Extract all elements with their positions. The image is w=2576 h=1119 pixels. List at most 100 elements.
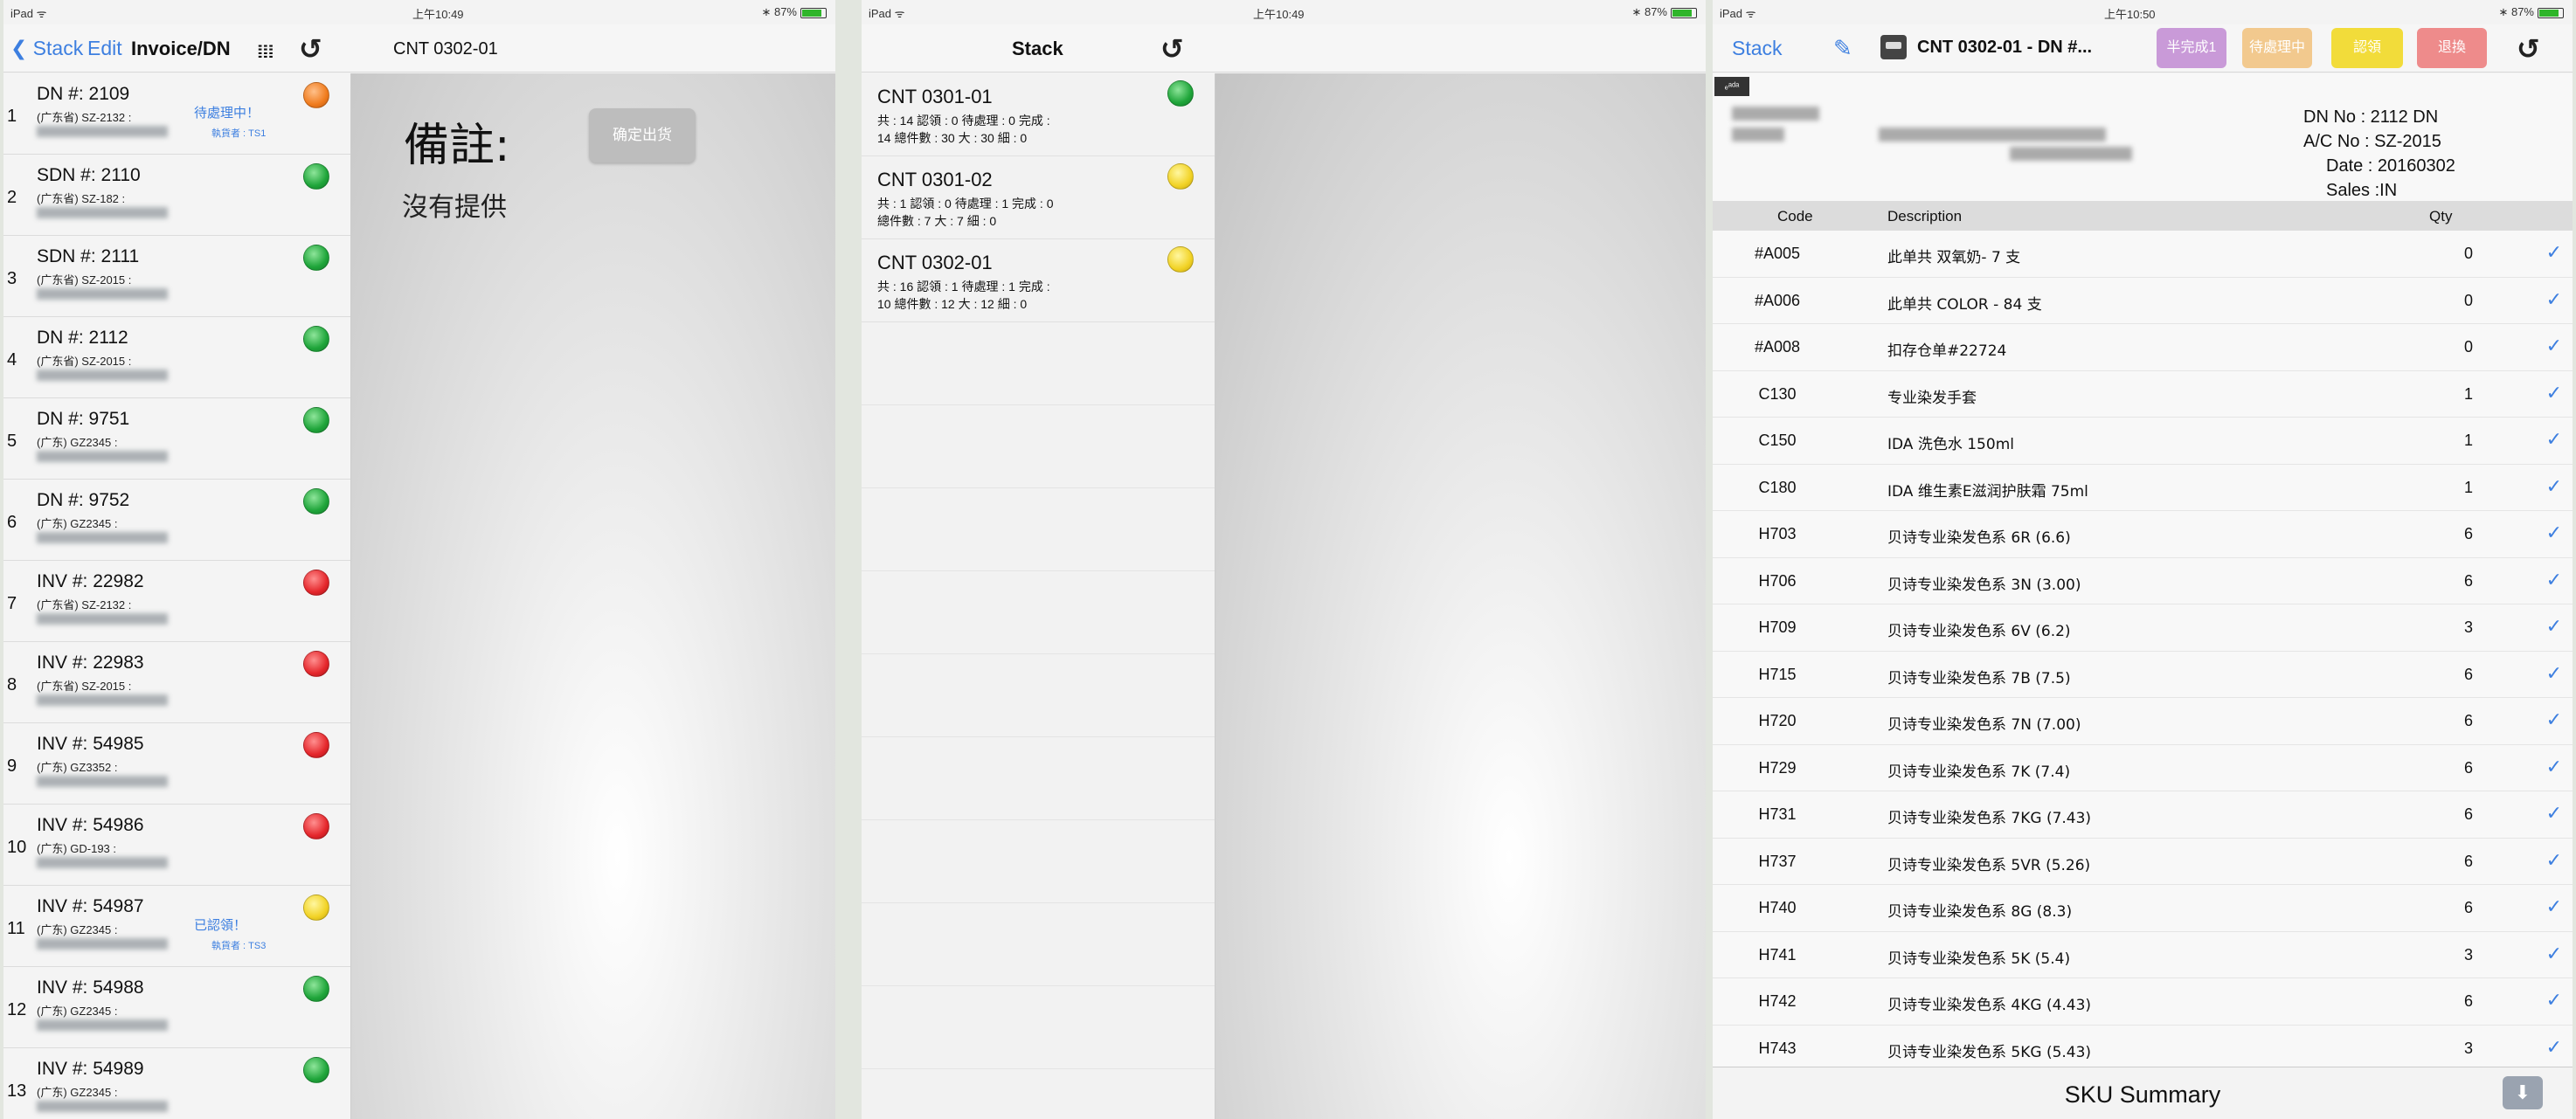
- stack-list[interactable]: CNT 0301-01 共 : 14 認領 : 0 待處理 : 0 完成 : 14 …: [862, 73, 1215, 1119]
- check-icon[interactable]: ✓: [2546, 615, 2562, 638]
- table-row[interactable]: #A005 此单共 双氧奶- 7 支 0 ✓: [1713, 231, 2573, 278]
- row-address-redacted: [37, 1101, 168, 1112]
- row-title: SDN #: 2111: [37, 246, 140, 266]
- check-icon[interactable]: ✓: [2546, 288, 2562, 311]
- table-row[interactable]: H715 贝诗专业染发色系 7B (7.5) 6 ✓: [1713, 652, 2573, 698]
- list-item[interactable]: 13 INV #: 54989 (广东) GZ2345 :: [3, 1048, 350, 1119]
- compose-icon[interactable]: ✎: [1833, 35, 1859, 61]
- row-index: 8: [7, 675, 17, 694]
- list-item[interactable]: 10 INV #: 54986 (广东) GD-193 :: [3, 805, 350, 886]
- row-index: 4: [7, 350, 17, 370]
- check-icon[interactable]: ✓: [2546, 569, 2562, 591]
- check-icon[interactable]: ✓: [2546, 943, 2562, 965]
- check-icon[interactable]: ✓: [2546, 849, 2562, 872]
- claim-button[interactable]: 認領: [2331, 28, 2403, 68]
- check-icon[interactable]: ✓: [2546, 756, 2562, 778]
- status-dot-icon: [303, 326, 329, 352]
- sku-summary-label[interactable]: SKU Summary: [1713, 1081, 2573, 1109]
- list-item[interactable]: 3 SDN #: 2111 (广东省) SZ-2015 :: [3, 236, 350, 317]
- list-item[interactable]: 6 DN #: 9752 (广东) GZ2345 :: [3, 480, 350, 561]
- pending-button[interactable]: 待處理中: [2242, 28, 2312, 68]
- table-row[interactable]: #A006 此单共 COLOR - 84 支 0 ✓: [1713, 278, 2573, 324]
- check-icon[interactable]: ✓: [2546, 428, 2562, 451]
- check-icon[interactable]: ✓: [2546, 335, 2562, 357]
- return-button[interactable]: 退換: [2417, 28, 2487, 68]
- item-description: 贝诗专业染发色系 7N (7.00): [1887, 716, 2081, 734]
- check-icon[interactable]: ✓: [2546, 802, 2562, 825]
- item-qty: 6: [2463, 805, 2473, 823]
- list-item[interactable]: CNT 0302-01 共 : 16 認領 : 1 待處理 : 1 完成 : 10 …: [862, 239, 1215, 322]
- item-description: 贝诗专业染发色系 7B (7.5): [1887, 669, 2071, 687]
- download-icon[interactable]: ⬇: [2503, 1076, 2543, 1109]
- check-icon[interactable]: ✓: [2546, 708, 2562, 731]
- table-row[interactable]: H720 贝诗专业染发色系 7N (7.00) 6 ✓: [1713, 698, 2573, 745]
- back-button[interactable]: ❮ Stack: [10, 37, 83, 60]
- check-icon[interactable]: ✓: [2546, 522, 2562, 544]
- table-row[interactable]: C150 IDA 洗色水 150ml 1 ✓: [1713, 418, 2573, 465]
- table-row[interactable]: H740 贝诗专业染发色系 8G (8.3) 6 ✓: [1713, 885, 2573, 932]
- list-item[interactable]: 1 DN #: 2109 (广东省) SZ-2132 : 待處理中！ 執貨者 : TS1: [3, 73, 350, 155]
- list-item[interactable]: CNT 0301-01 共 : 14 認領 : 0 待處理 : 0 完成 : 14 …: [862, 73, 1215, 156]
- status-time: 上午10:49: [412, 8, 464, 21]
- invoice-list[interactable]: 1 DN #: 2109 (广东省) SZ-2132 : 待處理中！ 執貨者 : TS1…: [3, 73, 351, 1119]
- table-row[interactable]: H709 贝诗专业染发色系 6V (6.2) 3 ✓: [1713, 604, 2573, 652]
- stack-title: CNT 0301-01: [877, 86, 993, 107]
- list-item[interactable]: 4 DN #: 2112 (广东省) SZ-2015 :: [3, 317, 350, 398]
- table-row[interactable]: C180 IDA 维生素E滋润护肤霜 75ml 1 ✓: [1713, 465, 2573, 511]
- check-icon[interactable]: ✓: [2546, 989, 2562, 1012]
- half-complete-button[interactable]: 半完成1: [2157, 28, 2226, 68]
- check-icon[interactable]: ✓: [2546, 241, 2562, 264]
- check-icon[interactable]: ✓: [2546, 662, 2562, 685]
- table-row[interactable]: H703 贝诗专业染发色系 6R (6.6) 6 ✓: [1713, 511, 2573, 558]
- item-code: H742: [1758, 992, 1797, 1010]
- table-body[interactable]: #A005 此单共 双氧奶- 7 支 0 ✓ #A006 此单共 COLOR - 84 支…: [1713, 231, 2573, 1072]
- table-row[interactable]: #A008 扣存仓单#22724 0 ✓: [1713, 324, 2573, 371]
- back-button[interactable]: Stack: [1732, 37, 1783, 60]
- invoice-meta: DN No : 2112 DN A/C No : SZ-2015 Date : …: [2303, 105, 2455, 203]
- item-description: 专业染发手套: [1887, 389, 1977, 407]
- printer-icon[interactable]: [1880, 35, 1907, 59]
- nav-title: Stack: [1012, 38, 1063, 59]
- status-bar: iPad ᯤ 上午10:49 ∗ 87%: [3, 0, 835, 24]
- barcode-icon[interactable]: 𝍖: [257, 40, 274, 63]
- list-item[interactable]: 2 SDN #: 2110 (广东省) SZ-182 :: [3, 155, 350, 236]
- empty-row: [862, 322, 1215, 405]
- status-dot-icon: [303, 813, 329, 839]
- empty-row: [862, 986, 1215, 1069]
- table-row[interactable]: C130 专业染发手套 1 ✓: [1713, 371, 2573, 418]
- row-title: DN #: 9752: [37, 490, 130, 510]
- item-code: H709: [1758, 618, 1797, 636]
- table-row[interactable]: H729 贝诗专业染发色系 7K (7.4) 6 ✓: [1713, 745, 2573, 791]
- list-item[interactable]: 11 INV #: 54987 (广东) GZ2345 : 已認領！ 執貨者 : TS3: [3, 886, 350, 967]
- check-icon[interactable]: ✓: [2546, 1036, 2562, 1059]
- item-qty: 6: [2463, 992, 2473, 1010]
- table-row[interactable]: H741 贝诗专业染发色系 5K (5.4) 3 ✓: [1713, 932, 2573, 978]
- confirm-shipment-button[interactable]: 确定出货: [589, 108, 696, 162]
- battery-icon: [2538, 7, 2564, 18]
- table-row[interactable]: H706 贝诗专业染发色系 3N (3.00) 6 ✓: [1713, 558, 2573, 604]
- row-subtitle: (广东省) SZ-2015 :: [37, 273, 132, 287]
- list-item[interactable]: 5 DN #: 9751 (广东) GZ2345 :: [3, 398, 350, 480]
- list-item[interactable]: CNT 0301-02 共 : 1 認領 : 0 待處理 : 1 完成 : 0 總件…: [862, 156, 1215, 239]
- check-icon[interactable]: ✓: [2546, 382, 2562, 404]
- list-item[interactable]: 12 INV #: 54988 (广东) GZ2345 :: [3, 967, 350, 1048]
- edit-button[interactable]: Edit: [87, 37, 122, 60]
- nav-bar: ❮ Stack Edit Invoice/DN 𝍖 ↺ CNT 0302-01: [3, 24, 835, 73]
- check-icon[interactable]: ✓: [2546, 895, 2562, 918]
- list-item[interactable]: 8 INV #: 22983 (广东省) SZ-2015 :: [3, 642, 350, 723]
- row-address-redacted: [37, 451, 168, 462]
- refresh-icon[interactable]: ↺: [1160, 32, 1184, 66]
- table-header: Code Description Qty: [1713, 201, 2573, 231]
- item-qty: 6: [2463, 525, 2473, 542]
- table-row[interactable]: H731 贝诗专业染发色系 7KG (7.43) 6 ✓: [1713, 791, 2573, 839]
- check-icon[interactable]: ✓: [2546, 475, 2562, 498]
- refresh-icon[interactable]: ↺: [299, 32, 322, 66]
- refresh-icon[interactable]: ↺: [2517, 32, 2540, 66]
- table-row[interactable]: H742 贝诗专业染发色系 4KG (4.43) 6 ✓: [1713, 978, 2573, 1026]
- table-row[interactable]: H737 贝诗专业染发色系 5VR (5.26) 6 ✓: [1713, 839, 2573, 885]
- list-item[interactable]: 9 INV #: 54985 (广东) GZ3352 :: [3, 723, 350, 805]
- list-item[interactable]: 7 INV #: 22982 (广东省) SZ-2132 :: [3, 561, 350, 642]
- table-row[interactable]: H743 贝诗专业染发色系 5KG (5.43) 3 ✓: [1713, 1026, 2573, 1072]
- item-description: 贝诗专业染发色系 8G (8.3): [1887, 903, 2073, 921]
- item-qty: 6: [2463, 758, 2473, 777]
